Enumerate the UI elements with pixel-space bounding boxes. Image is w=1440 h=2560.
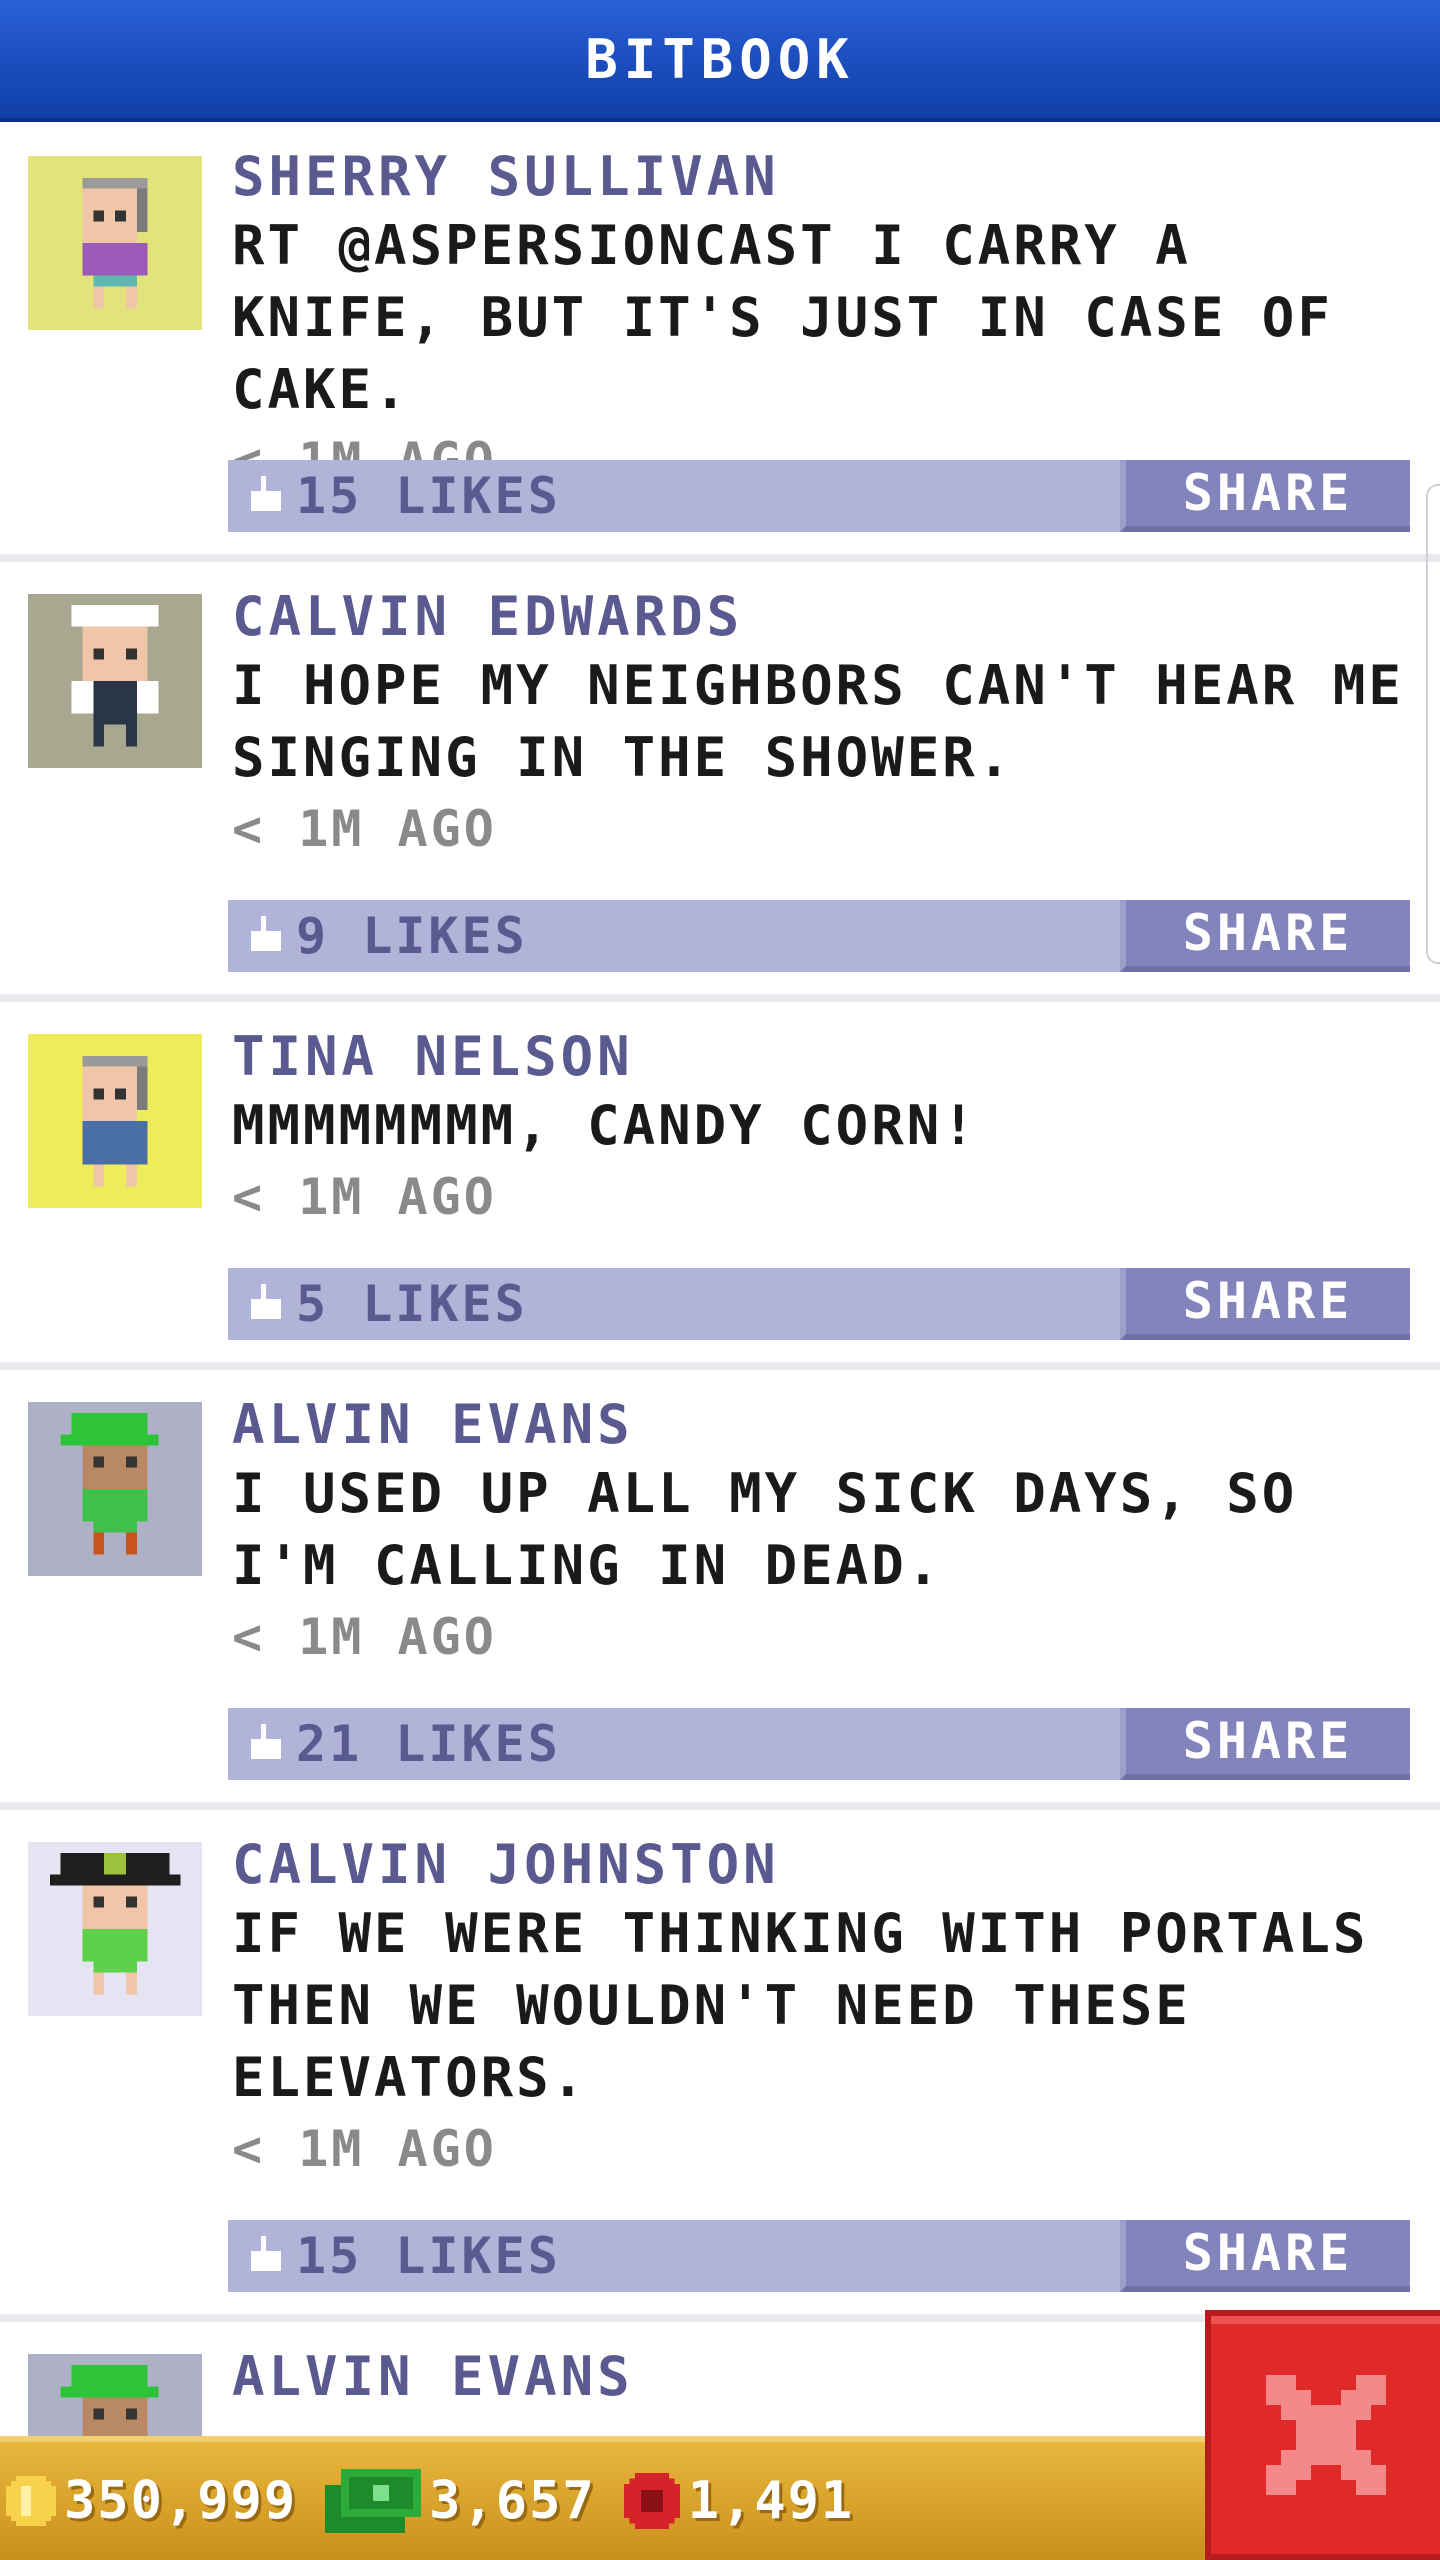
post-text: RT @ASPERSIONCAST I CARRY A KNIFE, BUT I… [232,214,1333,421]
share-button[interactable]: SHARE [1120,2220,1410,2292]
post-content: ALVIN EVANS I USED UP ALL MY SICK DAYS, … [232,1392,1410,1672]
tokens-stat: 1,491 [623,2471,855,2531]
bux-value: 3,657 [429,2471,596,2531]
grandma-avatar-icon[interactable] [28,156,202,330]
pirate-avatar-icon[interactable] [28,1842,202,2016]
post-content: SHERRY SULLIVAN RT @ASPERSIONCAST I CARR… [232,144,1410,496]
like-icon [251,476,281,511]
post-text: I HOPE MY NEIGHBORS CAN'T HEAR ME SINGIN… [232,654,1404,789]
likes-count[interactable]: 15 LIKES [296,467,561,525]
feed-post: TINA NELSON MMMMMMMM, CANDY CORN! < 1M A… [0,1002,1440,1370]
post-author[interactable]: CALVIN EDWARDS [232,584,1410,650]
post-action-bar: 15 LIKES SHARE [228,460,1410,532]
share-button[interactable]: SHARE [1120,900,1410,972]
coins-stat: 350,999 [6,2471,297,2531]
share-button[interactable]: SHARE [1120,1268,1410,1340]
likes-count[interactable]: 5 LIKES [296,1275,528,1333]
feed-post: ALVIN EVANS I USED UP ALL MY SICK DAYS, … [0,1370,1440,1810]
post-author[interactable]: SHERRY SULLIVAN [232,144,1410,210]
app-header: BITBOOK [0,0,1440,122]
post-text: I USED UP ALL MY SICK DAYS, SO I'M CALLI… [232,1462,1298,1597]
feed-post: CALVIN EDWARDS I HOPE MY NEIGHBORS CAN'T… [0,562,1440,1002]
post-text: IF WE WERE THINKING WITH PORTALS THEN WE… [232,1902,1369,2109]
share-button[interactable]: SHARE [1120,460,1410,532]
bux-icon [325,2469,422,2533]
post-action-bar: 9 LIKES SHARE [228,900,1410,972]
currency-bar: 350,999 3,657 1,491 [0,2436,1205,2560]
old-woman-avatar-icon[interactable] [28,1034,202,1208]
share-button[interactable]: SHARE [1120,1708,1410,1780]
like-icon [251,1724,281,1759]
post-time: < 1M AGO [232,1168,497,1226]
post-time: < 1M AGO [232,1608,497,1666]
post-content: CALVIN EDWARDS I HOPE MY NEIGHBORS CAN'T… [232,584,1410,864]
sailor-avatar-icon[interactable] [28,594,202,768]
close-button[interactable] [1205,2310,1440,2560]
app-title: BITBOOK [585,27,855,91]
tokens-value: 1,491 [687,2471,855,2531]
post-time: < 1M AGO [232,800,497,858]
coins-value: 350,999 [64,2471,298,2531]
post-action-bar: 15 LIKES SHARE [228,2220,1410,2292]
scrollbar[interactable] [1426,484,1440,964]
post-author[interactable]: CALVIN JOHNSTON [232,1832,1410,1898]
bux-stat: 3,657 [325,2469,596,2533]
post-content: TINA NELSON MMMMMMMM, CANDY CORN! < 1M A… [232,1024,1410,1232]
like-icon [251,916,281,951]
post-content: CALVIN JOHNSTON IF WE WERE THINKING WITH… [232,1832,1410,2184]
green-cap-avatar-icon[interactable] [28,2354,202,2436]
post-author[interactable]: TINA NELSON [232,1024,1410,1090]
feed-post: SHERRY SULLIVAN RT @ASPERSIONCAST I CARR… [0,122,1440,562]
like-icon [251,2236,281,2271]
token-icon [623,2473,680,2529]
post-action-bar: 21 LIKES SHARE [228,1708,1410,1780]
post-author[interactable]: ALVIN EVANS [232,1392,1410,1458]
green-cap-avatar-icon[interactable] [28,1402,202,1576]
post-time: < 1M AGO [232,2120,497,2178]
post-action-bar: 5 LIKES SHARE [228,1268,1410,1340]
feed-list[interactable]: SHERRY SULLIVAN RT @ASPERSIONCAST I CARR… [0,122,1440,2436]
likes-count[interactable]: 21 LIKES [296,1715,561,1773]
post-text: MMMMMMMM, CANDY CORN! [232,1094,978,1157]
likes-count[interactable]: 9 LIKES [296,907,528,965]
close-x-icon [1265,2375,1386,2495]
coin-icon [6,2476,56,2526]
feed-post: CALVIN JOHNSTON IF WE WERE THINKING WITH… [0,1810,1440,2322]
like-icon [251,1284,281,1319]
likes-count[interactable]: 15 LIKES [296,2227,561,2285]
